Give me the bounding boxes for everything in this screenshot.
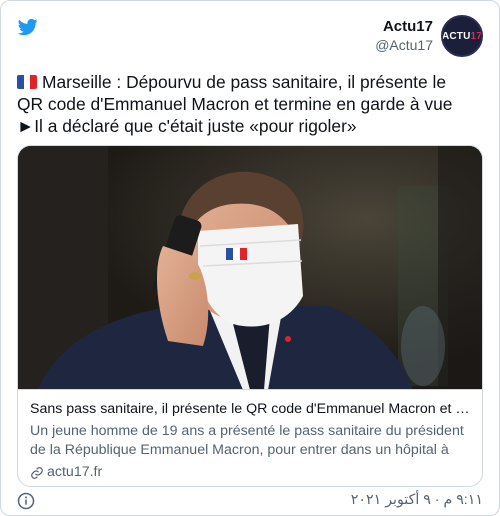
tweet-line-1: Marseille : Dépourvu de pass sanitaire, … <box>17 71 487 93</box>
tweet-line-2: QR code d'Emmanuel Macron et termine en … <box>17 94 453 114</box>
tweet-embed[interactable]: Actu17 @Actu17 ACTU17 Marseille : Dépour… <box>0 0 500 516</box>
tweet-line-3: ►Il a déclaré que c'était juste «pour ri… <box>17 116 357 136</box>
info-icon[interactable] <box>17 492 35 510</box>
avatar-logo-text: ACTU17 <box>441 30 483 42</box>
avatar[interactable]: ACTU17 <box>441 15 483 57</box>
author-block[interactable]: Actu17 @Actu17 <box>375 17 433 55</box>
link-card-domain[interactable]: actu17.fr <box>30 463 472 482</box>
photo-man-with-mask-on-phone-icon <box>18 146 482 389</box>
link-card-body[interactable]: Sans pass sanitaire, il présente le QR c… <box>18 390 482 482</box>
twitter-bird-icon[interactable] <box>17 17 39 37</box>
france-flag-icon <box>17 75 37 89</box>
link-card-title[interactable]: Sans pass sanitaire, il présente le QR c… <box>30 400 472 419</box>
author-name[interactable]: Actu17 <box>375 17 433 36</box>
tweet-footer: ٩:١١ م · ٩ أكتوبر ٢٠٢١ <box>17 491 483 511</box>
author-handle[interactable]: @Actu17 <box>375 36 433 55</box>
tweet-timestamp[interactable]: ٩:١١ م · ٩ أكتوبر ٢٠٢١ <box>351 492 483 508</box>
link-card-domain-text[interactable]: actu17.fr <box>47 463 102 482</box>
tweet-text: Marseille : Dépourvu de pass sanitaire, … <box>17 71 487 137</box>
link-card-description: Un jeune homme de 19 ans a présenté le p… <box>30 423 464 458</box>
link-card[interactable]: Sans pass sanitaire, il présente le QR c… <box>17 145 483 487</box>
link-icon <box>31 466 43 479</box>
link-card-image[interactable] <box>18 146 482 390</box>
